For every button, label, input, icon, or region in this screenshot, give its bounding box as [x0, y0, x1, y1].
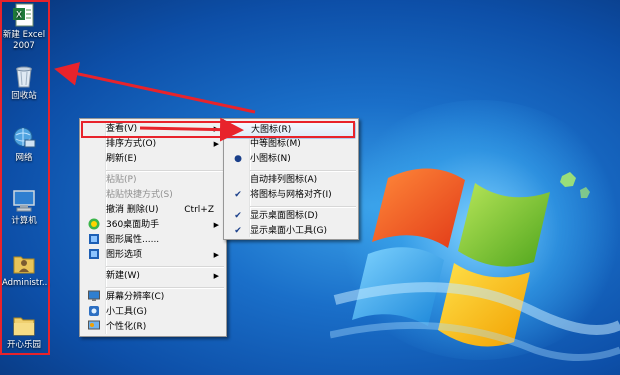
annotation-arrow-to-desktop-icons: [54, 62, 256, 114]
annotation-arrow-to-large-icons: [139, 117, 244, 142]
annotation-overlay: [54, 62, 256, 142]
